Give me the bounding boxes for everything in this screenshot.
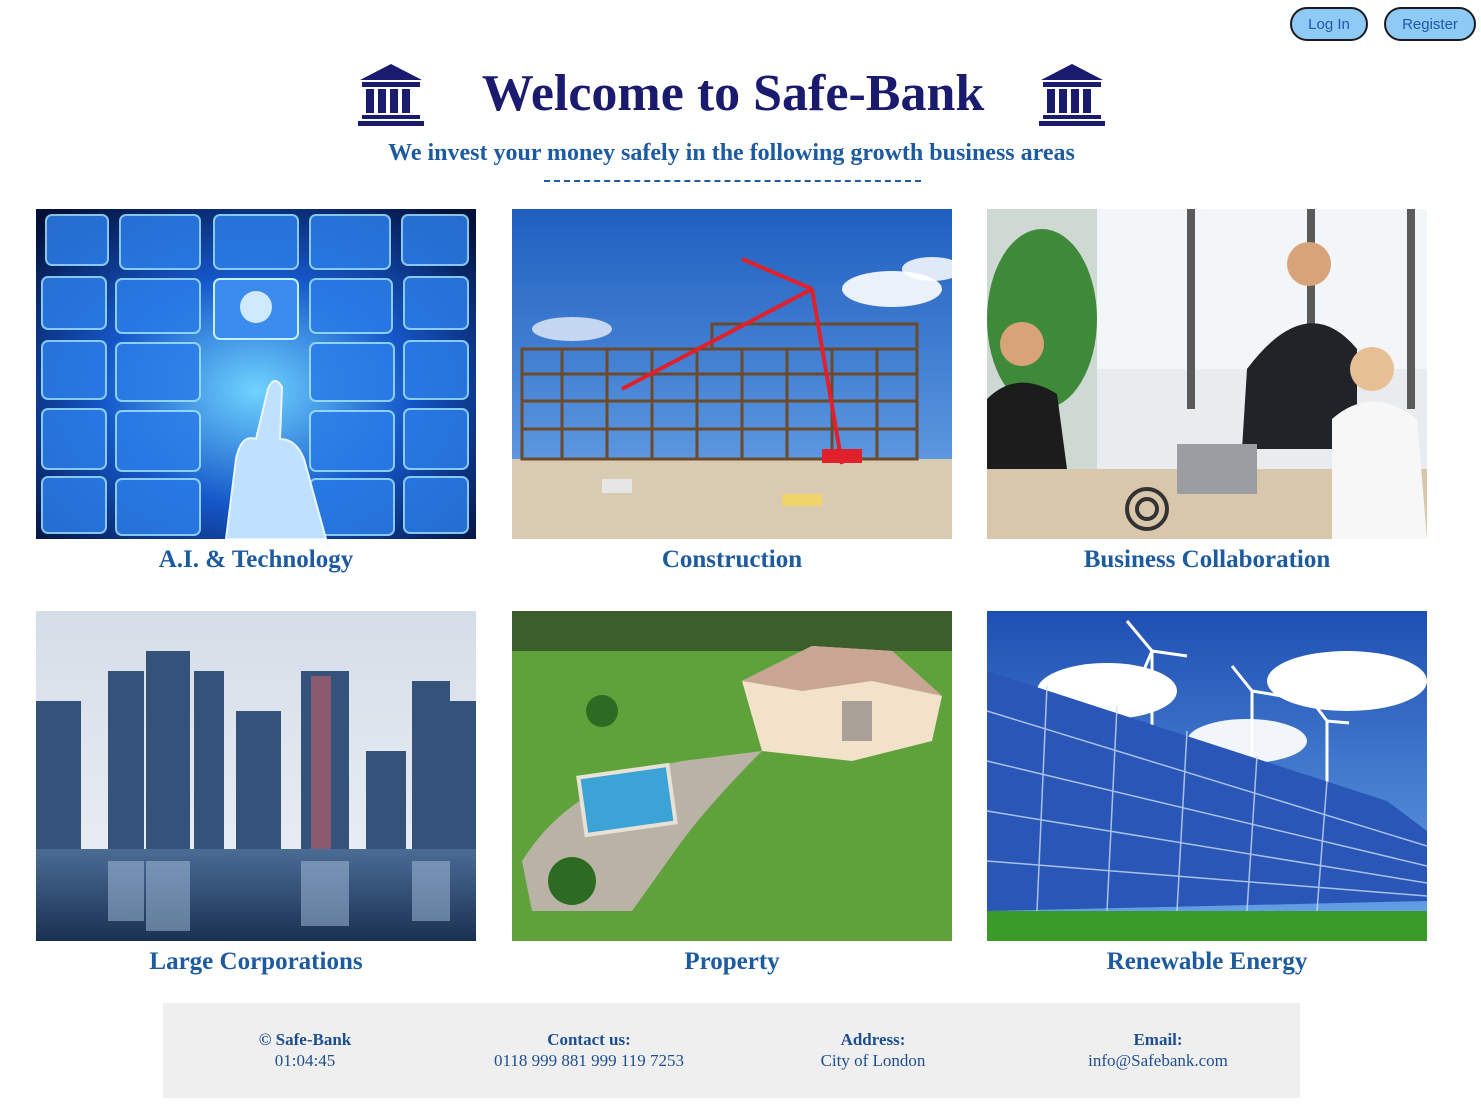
address-value: City of London <box>820 1051 926 1070</box>
bank-building-icon <box>358 64 424 126</box>
clock-value: 01:04:45 <box>274 1051 336 1070</box>
area-caption: Property <box>684 948 780 975</box>
house-with-pool-photo <box>512 611 952 941</box>
area-card-property[interactable]: Property <box>512 611 952 978</box>
area-card-ai-technology[interactable]: A.I. & Technology <box>36 209 476 576</box>
email-link[interactable]: info@Safebank.com <box>1053 1050 1263 1071</box>
email-label: Email: <box>1133 1030 1183 1049</box>
business-meeting-photo <box>987 209 1427 539</box>
footer-address: Address: City of London <box>783 1029 963 1071</box>
footer-contact: Contact us: 0118 999 881 999 119 7253 <box>469 1029 709 1071</box>
footer-copyright: © Safe-Bank 01:04:45 <box>225 1029 385 1071</box>
contact-phone: 0118 999 881 999 119 7253 <box>494 1051 684 1070</box>
construction-site-photo <box>512 209 952 539</box>
page-footer: © Safe-Bank 01:04:45 Contact us: 0118 99… <box>163 1003 1300 1098</box>
area-caption: A.I. & Technology <box>158 546 354 573</box>
area-card-renewable-energy[interactable]: Renewable Energy <box>987 611 1427 978</box>
area-card-construction[interactable]: Construction <box>512 209 952 576</box>
area-caption: Large Corporations <box>149 948 363 975</box>
area-card-large-corporations[interactable]: Large Corporations <box>36 611 476 978</box>
contact-label: Contact us: <box>547 1030 631 1049</box>
copyright-label: © Safe-Bank <box>258 1030 352 1049</box>
area-caption: Business Collaboration <box>1083 546 1331 573</box>
footer-email: Email: info@Safebank.com <box>1053 1029 1263 1071</box>
area-caption: Construction <box>661 546 803 573</box>
page-title: Welcome to Safe-Bank <box>481 65 985 122</box>
page-header: Welcome to Safe-Bank <box>0 58 1481 134</box>
area-caption: Renewable Energy <box>1106 948 1308 975</box>
solar-wind-photo <box>987 611 1427 941</box>
register-button[interactable]: Register <box>1384 7 1476 41</box>
city-skyline-photo <box>36 611 476 941</box>
address-label: Address: <box>840 1030 906 1049</box>
login-button[interactable]: Log In <box>1290 7 1368 41</box>
dashed-divider <box>544 180 921 182</box>
ai-technology-photo <box>36 209 476 539</box>
page-subtitle: We invest your money safely in the follo… <box>388 140 1075 166</box>
area-card-business-collaboration[interactable]: Business Collaboration <box>987 209 1427 576</box>
bank-building-icon <box>1039 64 1105 126</box>
